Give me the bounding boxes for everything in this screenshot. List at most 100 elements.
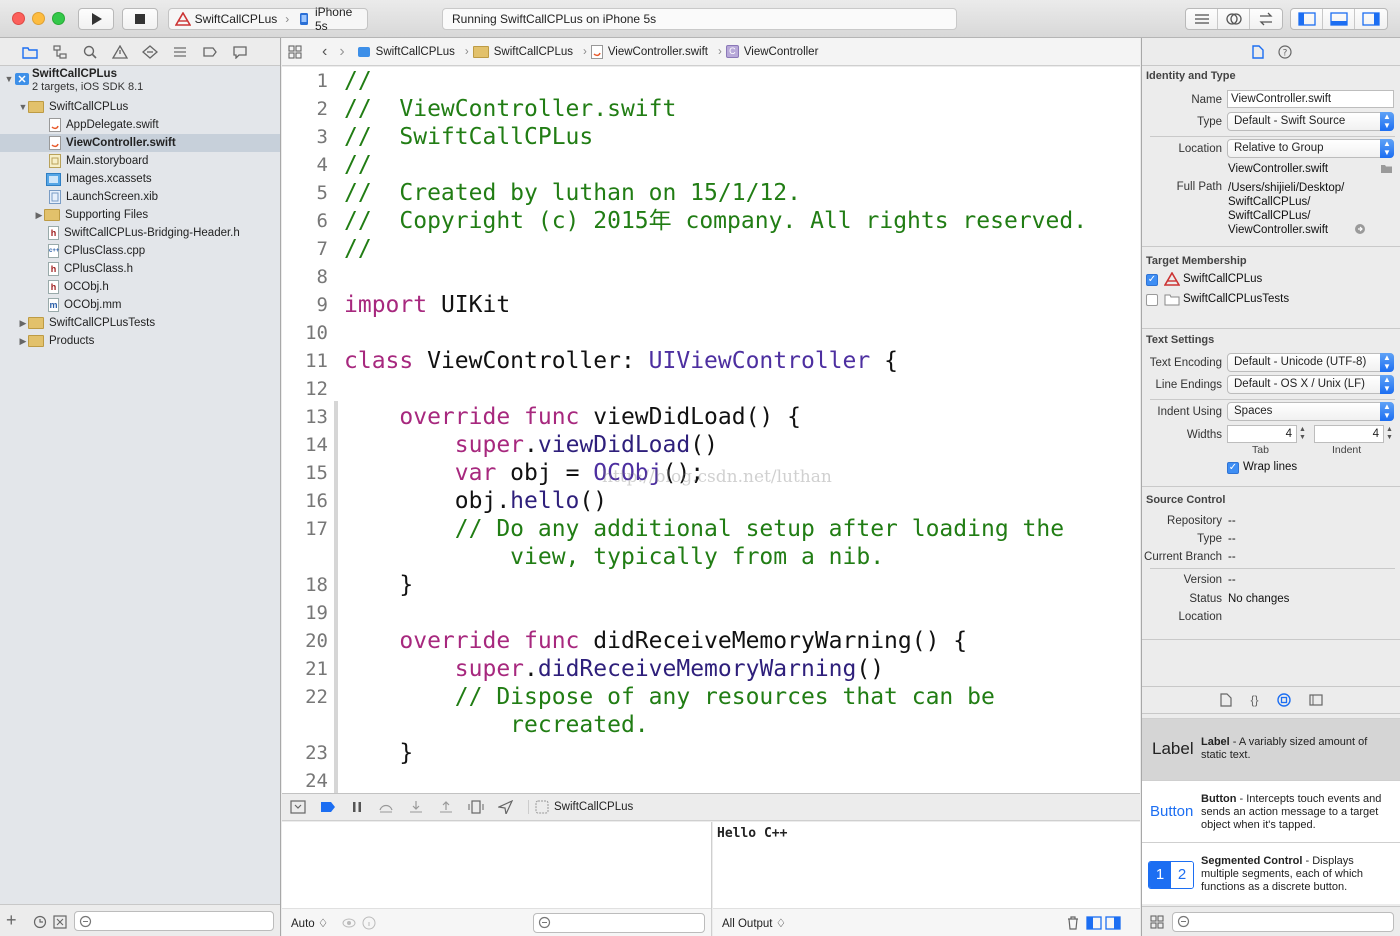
line-number[interactable]: 15: [305, 462, 328, 484]
line-number-gutter[interactable]: 1 2 3 4 5 6 7 8 9 10 11 12 13 14 15 16 17 18 19 20 21 22 23 24: [282, 67, 334, 793]
line-number[interactable]: 19: [305, 602, 328, 624]
source-control-filter-icon[interactable]: [53, 915, 67, 929]
find-navigator-tab[interactable]: [80, 44, 99, 60]
split-right-icon[interactable]: [1105, 915, 1121, 930]
standard-editor-button[interactable]: [1186, 9, 1218, 29]
indent-width-stepper[interactable]: ▲ ▼: [1386, 426, 1393, 442]
quick-help-icon[interactable]: ?: [1277, 44, 1292, 59]
file-launchscreen-xib[interactable]: LaunchScreen.xib: [0, 188, 280, 206]
grid-view-icon[interactable]: [1150, 914, 1164, 929]
file-cplusclass-h[interactable]: h CPlusClass.h: [0, 260, 280, 278]
group-products[interactable]: ▶ Products: [0, 332, 280, 350]
indent-using-popup[interactable]: Spaces ▲ ▼: [1227, 402, 1394, 421]
line-number[interactable]: 9: [317, 294, 328, 316]
file-bridging-header[interactable]: h SwiftCallCPLus-Bridging-Header.h: [0, 224, 280, 242]
location-popup[interactable]: Relative to Group ▲ ▼: [1227, 139, 1394, 158]
source-editor[interactable]: 1 2 3 4 5 6 7 8 9 10 11 12 13 14 15 16 17 18 19 20 21 22 23 24 …: [282, 67, 1140, 793]
minimize-window-button[interactable]: [32, 12, 45, 25]
tab-width-field[interactable]: 4: [1227, 425, 1297, 443]
step-over-icon[interactable]: [378, 800, 394, 814]
reveal-in-finder-icon[interactable]: [1354, 223, 1366, 235]
file-cplusclass-cpp[interactable]: c++ CPlusClass.cpp: [0, 242, 280, 260]
line-number[interactable]: 18: [305, 574, 328, 596]
trash-icon[interactable]: [1066, 915, 1080, 931]
code-text-area[interactable]: // // ViewController.swift // SwiftCallC…: [344, 67, 1140, 793]
library-item-label[interactable]: Label Label - A variably sized amount of…: [1142, 718, 1400, 780]
variables-view[interactable]: Auto ♢: [282, 822, 712, 936]
object-library-icon[interactable]: [1276, 693, 1291, 707]
line-number[interactable]: 8: [317, 266, 328, 288]
line-endings-popup[interactable]: Default - OS X / Unix (LF) ▲ ▼: [1227, 375, 1394, 394]
disclosure-open-icon[interactable]: ▼: [4, 74, 14, 84]
split-left-icon[interactable]: [1086, 915, 1102, 930]
line-number[interactable]: 7: [317, 238, 328, 260]
file-ocobj-mm[interactable]: m OCObj.mm: [0, 296, 280, 314]
line-number[interactable]: 14: [305, 434, 328, 456]
line-number[interactable]: 6: [317, 210, 328, 232]
file-inspector-icon[interactable]: [1251, 44, 1264, 59]
variables-filter-field[interactable]: [533, 912, 706, 933]
disclosure-closed-icon[interactable]: ▶: [18, 318, 28, 329]
hide-debug-area-icon[interactable]: [290, 800, 306, 814]
step-into-icon[interactable]: [408, 800, 424, 814]
library-item-button[interactable]: Button Button - Intercepts touch events …: [1142, 780, 1400, 842]
file-main-storyboard[interactable]: Main.storyboard: [0, 152, 280, 170]
wrap-lines-checkbox[interactable]: ✓: [1227, 462, 1239, 474]
indent-width-field[interactable]: 4: [1314, 425, 1384, 443]
code-folding-ribbon[interactable]: [334, 401, 338, 793]
line-number[interactable]: 23: [305, 742, 328, 764]
zoom-window-button[interactable]: [52, 12, 65, 25]
toggle-navigator-button[interactable]: [1291, 9, 1323, 29]
navigator-filter-field[interactable]: [74, 911, 274, 931]
view-debugger-icon[interactable]: [468, 800, 484, 814]
line-number[interactable]: 4: [317, 154, 328, 176]
line-number[interactable]: 1: [317, 70, 328, 92]
group-swiftcallcplus[interactable]: ▼ SwiftCallCPLus: [0, 98, 280, 116]
toggle-debug-area-button[interactable]: [1323, 9, 1355, 29]
line-number[interactable]: 3: [317, 126, 328, 148]
line-number[interactable]: 24: [305, 770, 328, 792]
test-navigator-tab[interactable]: [140, 44, 159, 60]
related-items-icon[interactable]: [288, 44, 302, 59]
line-number[interactable]: 16: [305, 490, 328, 512]
line-number[interactable]: 20: [305, 630, 328, 652]
media-library-icon[interactable]: [1308, 694, 1323, 706]
group-swiftcallcplustests[interactable]: ▶ SwiftCallCPLusTests: [0, 314, 280, 332]
debug-navigator-tab[interactable]: [170, 44, 189, 60]
target-checkbox-app[interactable]: ✓: [1146, 274, 1158, 286]
stop-button[interactable]: [122, 8, 158, 30]
breadcrumb-symbol[interactable]: C ViewController: [725, 45, 818, 58]
toggle-utilities-button[interactable]: [1355, 9, 1387, 29]
tab-width-stepper[interactable]: ▲ ▼: [1299, 426, 1306, 442]
file-viewcontroller-swift[interactable]: ViewController.swift: [0, 134, 280, 152]
breadcrumb-group[interactable]: SwiftCallCPLus: [472, 45, 573, 58]
scheme-selector[interactable]: SwiftCallCPLus › iPhone 5s: [168, 5, 368, 33]
eye-icon[interactable]: [342, 916, 356, 930]
disclosure-closed-icon[interactable]: ▶: [34, 210, 44, 221]
file-ocobj-h[interactable]: h OCObj.h: [0, 278, 280, 296]
line-number[interactable]: 11: [305, 350, 328, 372]
disclosure-closed-icon[interactable]: ▶: [18, 336, 28, 347]
breakpoint-navigator-tab[interactable]: [200, 44, 219, 60]
target-checkbox-tests[interactable]: [1146, 294, 1158, 306]
code-snippet-icon[interactable]: {}: [1250, 693, 1258, 707]
file-images-xcassets[interactable]: Images.xcassets: [0, 170, 280, 188]
issue-navigator-tab[interactable]: [110, 44, 129, 60]
location-arrow-icon[interactable]: [498, 800, 514, 814]
step-out-icon[interactable]: [438, 800, 454, 814]
disclosure-open-icon[interactable]: ▼: [18, 102, 28, 112]
breadcrumb-file[interactable]: ViewController.swift: [590, 44, 708, 59]
line-number[interactable]: 10: [305, 322, 328, 344]
library-item-segmented-control[interactable]: 1 2 Segmented Control - Displays multipl…: [1142, 842, 1400, 904]
back-arrow-icon[interactable]: ‹: [322, 43, 327, 61]
line-number[interactable]: 5: [317, 182, 328, 204]
breakpoints-toggle-icon[interactable]: [320, 801, 336, 813]
debug-target[interactable]: SwiftCallCPLus: [528, 800, 633, 814]
run-button[interactable]: [78, 8, 114, 30]
library-filter-field[interactable]: [1172, 911, 1394, 932]
pause-icon[interactable]: [350, 800, 364, 814]
line-number[interactable]: 21: [305, 658, 328, 680]
reveal-folder-icon[interactable]: [1380, 163, 1393, 174]
add-file-button[interactable]: +: [6, 910, 17, 931]
recent-files-icon[interactable]: [33, 915, 47, 929]
